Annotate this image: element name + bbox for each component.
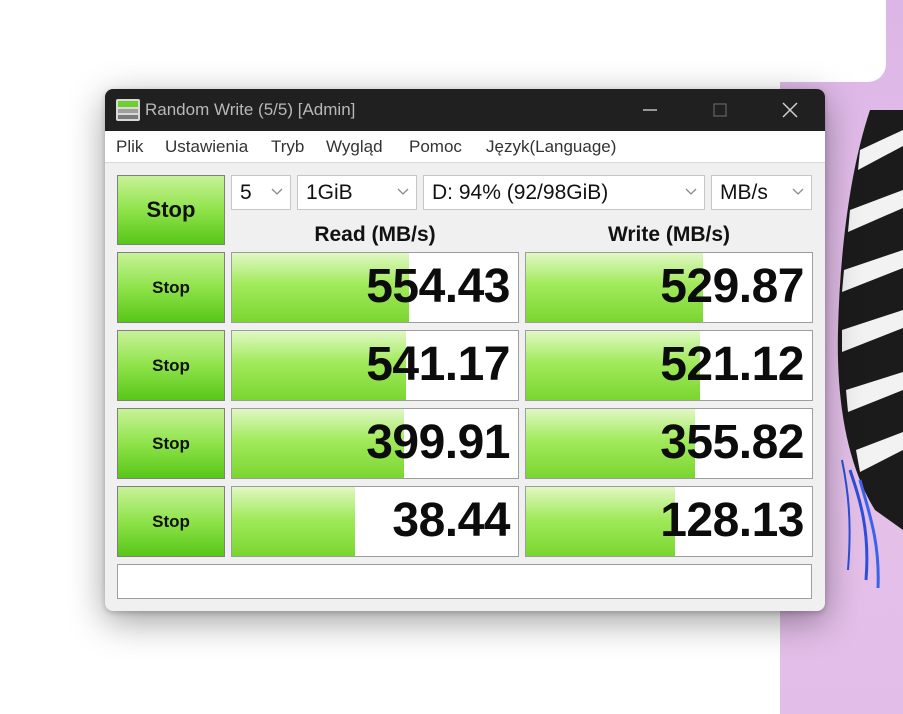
- menu-ustawienia[interactable]: Ustawienia: [165, 137, 248, 157]
- maximize-icon: [713, 103, 727, 117]
- menu-jezyk[interactable]: Język(Language): [486, 137, 616, 157]
- write-progress-bar: [526, 487, 675, 556]
- menu-pomoc[interactable]: Pomoc: [409, 137, 462, 157]
- menu-tryb[interactable]: Tryb: [271, 137, 304, 157]
- maximize-button[interactable]: [697, 89, 743, 131]
- drive-value: D: 94% (92/98GiB): [432, 181, 609, 204]
- unit-value: MB/s: [720, 181, 768, 204]
- write-header: Write (MB/s): [607, 223, 731, 246]
- size-select[interactable]: 1GiB: [297, 175, 417, 210]
- chevron-down-icon: [792, 188, 804, 195]
- chevron-down-icon: [271, 188, 283, 195]
- stop-all-button[interactable]: Stop: [117, 175, 225, 245]
- write-result-cell: 128.13: [525, 486, 813, 557]
- count-select[interactable]: 5: [231, 175, 291, 210]
- read-header: Read (MB/s): [314, 223, 436, 246]
- write-value: 521.12: [660, 338, 804, 391]
- read-value: 541.17: [366, 338, 510, 391]
- read-value: 554.43: [366, 260, 510, 313]
- read-value: 399.91: [366, 416, 510, 469]
- minimize-icon: [643, 109, 657, 111]
- window-title: Random Write (5/5) [Admin]: [145, 100, 356, 119]
- count-value: 5: [240, 181, 252, 204]
- drive-select[interactable]: D: 94% (92/98GiB): [423, 175, 705, 210]
- comment-input[interactable]: [117, 564, 812, 599]
- title-bar[interactable]: Random Write (5/5) [Admin]: [105, 89, 825, 131]
- read-value: 38.44: [392, 494, 510, 547]
- row-stop-button[interactable]: Stop: [117, 486, 225, 557]
- row-stop-button[interactable]: Stop: [117, 252, 225, 323]
- menu-wyglad[interactable]: Wygląd: [326, 137, 383, 157]
- write-value: 529.87: [660, 260, 804, 313]
- read-result-cell: 541.17: [231, 330, 519, 401]
- wallpaper-figure: [830, 110, 903, 590]
- menu-bar: Plik Ustawienia Tryb Wygląd Pomoc Język(…: [105, 131, 825, 163]
- read-result-cell: 399.91: [231, 408, 519, 479]
- disk-app-icon: [116, 99, 140, 121]
- write-value: 128.13: [660, 494, 804, 547]
- read-result-cell: 554.43: [231, 252, 519, 323]
- row-stop-button[interactable]: Stop: [117, 330, 225, 401]
- chevron-down-icon: [685, 188, 697, 195]
- app-window: Random Write (5/5) [Admin] Plik Ustawien…: [105, 89, 825, 611]
- menu-plik[interactable]: Plik: [116, 137, 143, 157]
- desktop-card: [760, 0, 886, 82]
- write-result-cell: 521.12: [525, 330, 813, 401]
- read-progress-bar: [232, 487, 355, 556]
- read-result-cell: 38.44: [231, 486, 519, 557]
- close-button[interactable]: [767, 89, 813, 131]
- write-result-cell: 529.87: [525, 252, 813, 323]
- size-value: 1GiB: [306, 181, 353, 204]
- write-result-cell: 355.82: [525, 408, 813, 479]
- minimize-button[interactable]: [627, 89, 673, 131]
- chevron-down-icon: [397, 188, 409, 195]
- write-value: 355.82: [660, 416, 804, 469]
- unit-select[interactable]: MB/s: [711, 175, 812, 210]
- close-icon: [782, 102, 798, 118]
- row-stop-button[interactable]: Stop: [117, 408, 225, 479]
